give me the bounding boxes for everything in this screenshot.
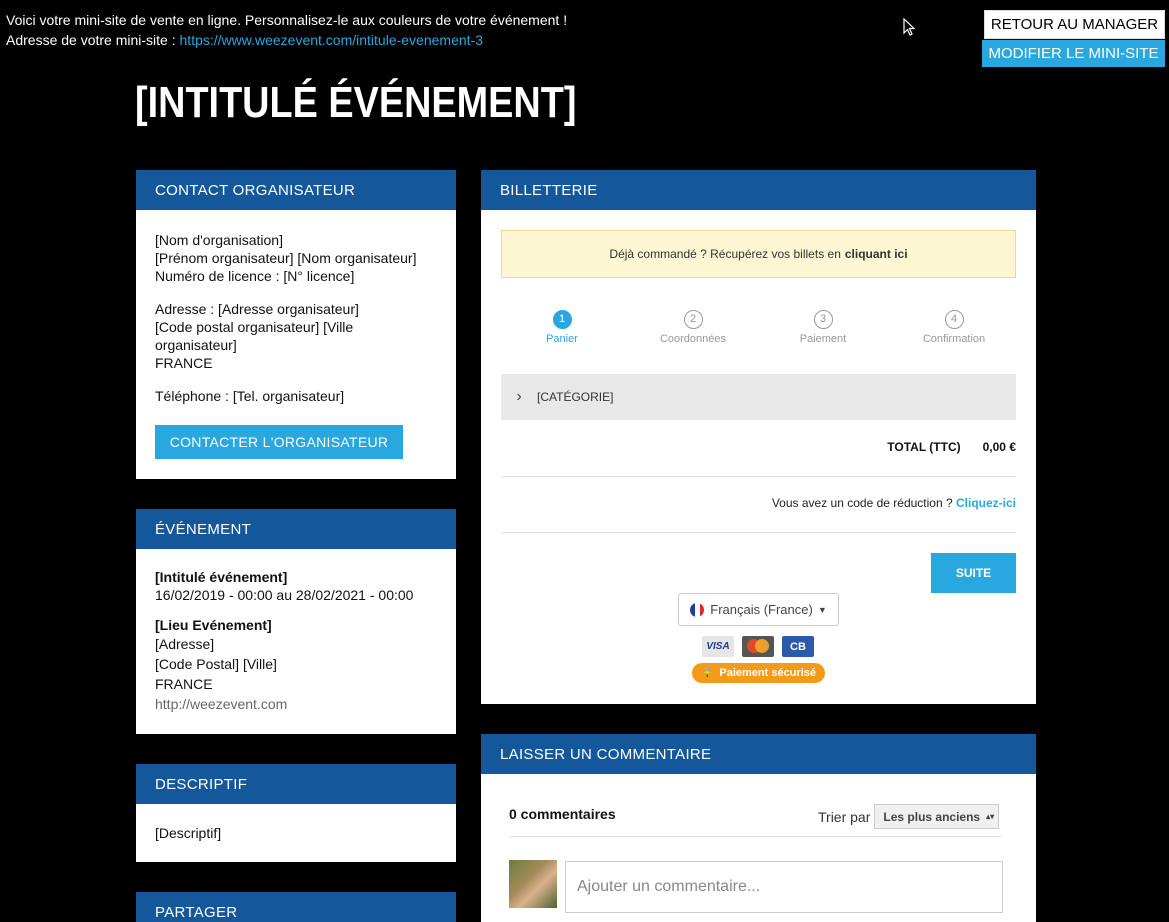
total-value: 0,00 € (982, 440, 1016, 454)
step-number: 4 (944, 310, 964, 329)
france-flag-icon (690, 602, 705, 617)
share-panel: PARTAGER (136, 892, 456, 922)
event-dates: 16/02/2019 - 00:00 au 28/02/2021 - 00:00 (155, 587, 414, 603)
venue-country: FRANCE (155, 676, 213, 692)
already-ordered-notice: Déjà commandé ? Récupérez vos billets en… (501, 230, 1016, 278)
info-line: Voici votre mini-site de vente en ligne.… (6, 12, 568, 28)
description-heading: DESCRIPTIF (136, 764, 456, 804)
step-confirmation: 4 Confirmation (904, 310, 1004, 345)
step-paiement: 3 Paiement (773, 310, 873, 345)
url-line: Adresse de votre mini-site : https://www… (6, 30, 567, 50)
ticketing-panel: BILLETTERIE Déjà commandé ? Récupérez vo… (481, 170, 1036, 704)
step-number: 2 (683, 310, 703, 329)
organizer-phone: Téléphone : [Tel. organisateur] (155, 388, 345, 404)
category-label: [CATÉGORIE] (537, 390, 614, 404)
step-number: 1 (552, 310, 572, 329)
info-banner: Voici votre mini-site de vente en ligne.… (6, 10, 567, 50)
retrieve-tickets-link[interactable]: cliquant ici (845, 247, 908, 261)
step-label: Paiement (799, 333, 847, 345)
discount-text: Vous avez un code de réduction ? (771, 496, 953, 510)
cb-card-icon: CB (782, 636, 814, 657)
contact-body: [Nom d'organisation] [Prénom organisateu… (136, 210, 456, 459)
description-panel: DESCRIPTIF [Descriptif] (136, 764, 456, 862)
postal-city: [Code postal organisateur] [Ville organi… (155, 319, 354, 353)
secure-label: Paiement sécurisé (719, 667, 817, 679)
sort-select[interactable]: Les plus anciens ▴▾ (874, 804, 1000, 829)
step-number: 3 (813, 310, 833, 329)
step-panier: 1 Panier (512, 310, 612, 345)
suite-button[interactable]: SUITE (931, 553, 1016, 593)
lock-icon: 🔒 (700, 667, 714, 679)
divider (501, 476, 1016, 477)
step-label: Confirmation (922, 333, 986, 345)
sort-value: Les plus anciens (883, 809, 981, 824)
description-text: [Descriptif] (155, 825, 222, 841)
step-label: Coordonnées (659, 333, 727, 345)
url-prefix: Adresse de votre mini-site : (6, 32, 180, 48)
minisite-url-link[interactable]: https://www.weezevent.com/intitule-evene… (180, 32, 483, 48)
discount-link[interactable]: Cliquez-ici (956, 496, 1016, 510)
event-body: [Intitulé événement] 16/02/2019 - 00:00 … (136, 549, 456, 714)
step-label: Panier (546, 333, 578, 345)
category-row[interactable]: › [CATÉGORIE] (501, 374, 1016, 420)
venue-address: [Adresse] [Code Postal] [Ville] FRANCE h… (155, 634, 437, 714)
venue-street: [Adresse] (155, 636, 215, 652)
total-row: TOTAL (TTC) 0,00 € (887, 440, 1016, 454)
language-selector[interactable]: Français (France) ▼ (678, 593, 839, 626)
comment-count: 0 commentaires (509, 806, 616, 822)
modifier-minisite-button[interactable]: MODIFIER LE MINI-SITE (982, 40, 1165, 67)
chevron-right-icon: › (516, 388, 522, 405)
event-panel: ÉVÉNEMENT [Intitulé événement] 16/02/201… (136, 509, 456, 734)
sort-label: Trier par (818, 808, 871, 825)
sort-control: Trier par Les plus anciens ▴▾ (818, 804, 1000, 829)
divider (509, 836, 1001, 837)
share-heading: PARTAGER (136, 892, 456, 922)
organizer-address: Adresse : [Adresse organisateur] [Code p… (155, 300, 437, 372)
contact-heading: CONTACT ORGANISATEUR (136, 170, 456, 210)
avatar (509, 860, 557, 908)
event-website-link[interactable]: http://weezevent.com (155, 694, 437, 714)
mastercard-icon (742, 636, 774, 657)
divider (501, 532, 1016, 533)
contact-panel: CONTACT ORGANISATEUR [Nom d'organisation… (136, 170, 456, 479)
visa-card-icon: VISA (702, 636, 734, 657)
payment-cards: VISA CB (702, 636, 814, 657)
total-label: TOTAL (TTC) (887, 440, 961, 454)
retour-manager-button[interactable]: RETOUR AU MANAGER (984, 10, 1165, 39)
discount-row: Vous avez un code de réduction ? Cliquez… (772, 496, 1016, 510)
venue-city: [Code Postal] [Ville] (155, 656, 277, 672)
comment-input[interactable]: Ajouter un commentaire... (565, 861, 1003, 913)
page-title: [INTITULÉ ÉVÉNEMENT] (135, 78, 577, 127)
comments-heading: LAISSER UN COMMENTAIRE (481, 734, 1036, 774)
comments-panel: LAISSER UN COMMENTAIRE 0 commentaires Tr… (481, 734, 1036, 922)
address-line: Adresse : [Adresse organisateur] (155, 301, 359, 317)
organizer-info: [Nom d'organisation] [Prénom organisateu… (155, 231, 437, 285)
notice-text: Déjà commandé ? Récupérez vos billets en (609, 247, 841, 261)
ticketing-heading: BILLETTERIE (481, 170, 1036, 210)
secure-payment-badge: 🔒 Paiement sécurisé (692, 663, 825, 683)
language-label: Français (France) (710, 602, 813, 617)
license-number: Numéro de licence : [N° licence] (155, 268, 355, 284)
country: FRANCE (155, 355, 213, 371)
caret-down-icon: ▼ (817, 604, 827, 615)
venue-name: [Lieu Evénement] (155, 617, 272, 633)
mouse-cursor-icon (903, 17, 916, 41)
event-name: [Intitulé événement] (155, 569, 288, 585)
step-coordonnees: 2 Coordonnées (643, 310, 743, 345)
sort-arrows-icon: ▴▾ (986, 812, 995, 821)
event-heading: ÉVÉNEMENT (136, 509, 456, 549)
org-name: [Nom d'organisation] (155, 232, 283, 248)
checkout-steps: 1 Panier 2 Coordonnées 3 Paiement 4 Conf… (501, 310, 1016, 350)
organizer-name: [Prénom organisateur] [Nom organisateur] (155, 250, 417, 266)
contact-organizer-button[interactable]: CONTACTER L'ORGANISATEUR (155, 425, 403, 459)
